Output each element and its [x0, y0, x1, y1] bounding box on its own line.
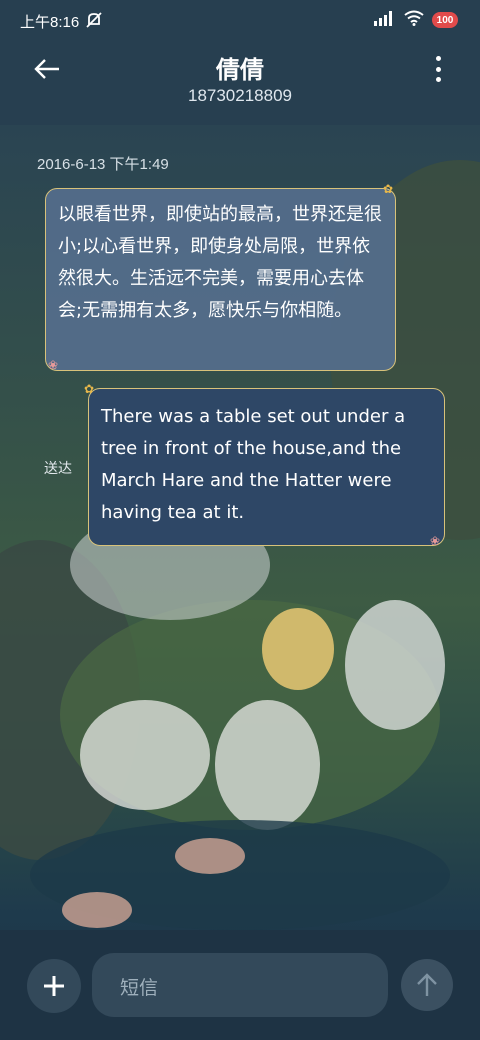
incoming-message-bubble[interactable]: 以眼看世界，即使站的最高，世界还是很小;以心看世界，即使身处局限，世界依然很大。…: [45, 188, 396, 371]
bubble-flower-decoration: ✿: [84, 382, 95, 396]
mute-icon: [84, 10, 104, 30]
more-vert-icon: [435, 56, 441, 61]
status-time: 上午8:16: [20, 14, 80, 31]
status-bar: 上午8:16 100: [0, 0, 480, 40]
plus-icon: [44, 976, 64, 996]
outgoing-message-bubble[interactable]: There was a table set out under a tree i…: [88, 388, 445, 546]
bubble-ornament-decoration: ❀: [430, 534, 441, 548]
message-input[interactable]: 短信: [92, 953, 388, 1017]
contact-phone: 18730218809: [187, 86, 292, 105]
signal-icon: [374, 10, 396, 30]
wifi-icon: [404, 10, 424, 30]
status-icons: 100: [374, 10, 458, 30]
delivery-status: 送达: [44, 461, 72, 477]
message-text: There was a table set out under a tree i…: [101, 406, 406, 523]
send-button[interactable]: [401, 959, 453, 1011]
message-input-placeholder: 短信: [120, 977, 159, 999]
message-timestamp: 2016-6-13 下午1:49: [37, 156, 169, 173]
battery-icon: 100: [432, 12, 458, 28]
more-options-button[interactable]: [432, 56, 444, 82]
message-text: 以眼看世界，即使站的最高，世界还是很小;以心看世界，即使身处局限，世界依然很大。…: [58, 204, 382, 321]
contact-name: 倩倩: [216, 56, 264, 84]
battery-level: 100: [436, 14, 454, 26]
bubble-ornament-decoration: ❀: [48, 358, 59, 372]
add-attachment-button[interactable]: [27, 959, 81, 1013]
bubble-flower-decoration: ✿: [383, 182, 394, 196]
send-arrow-icon: [417, 973, 437, 996]
